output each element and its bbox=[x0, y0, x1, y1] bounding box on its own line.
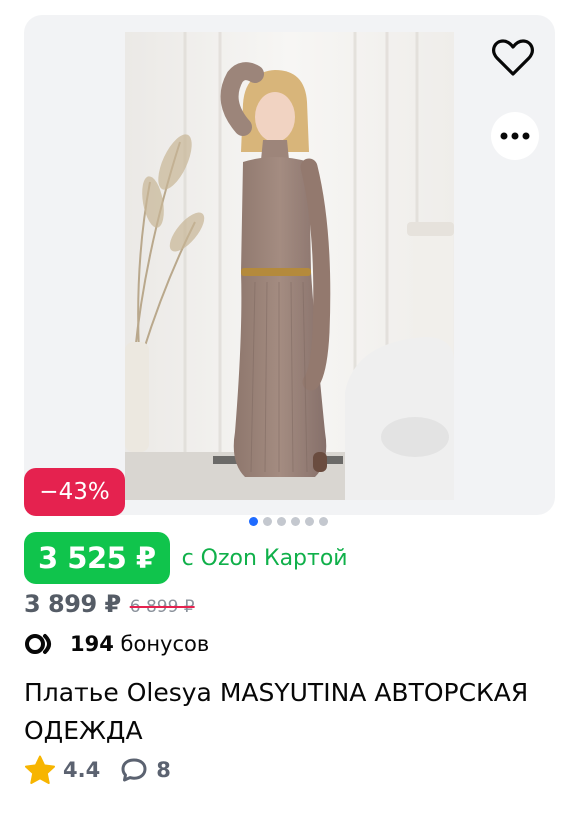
regular-price: 3 899 ₽ bbox=[24, 590, 121, 618]
carousel-dot[interactable] bbox=[249, 517, 258, 526]
more-icon bbox=[500, 132, 530, 140]
rating-value: 4.4 bbox=[63, 758, 101, 782]
product-title[interactable]: Платье Olesya MASYUTINA АВТОРСКАЯ ОДЕЖДА bbox=[24, 674, 544, 750]
more-options-button[interactable] bbox=[491, 112, 539, 160]
bonus-row: 194 бонусов bbox=[24, 632, 209, 656]
bonus-amount: 194 bbox=[70, 632, 114, 656]
discount-badge: −43% bbox=[24, 468, 125, 516]
bonus-text: 194 бонусов bbox=[70, 632, 209, 656]
carousel-dot[interactable] bbox=[319, 517, 328, 526]
card-price: 3 525 ₽ bbox=[24, 532, 170, 584]
carousel-dot[interactable] bbox=[277, 517, 286, 526]
carousel-indicator[interactable] bbox=[249, 517, 328, 526]
carousel-dot[interactable] bbox=[305, 517, 314, 526]
carousel-dot[interactable] bbox=[263, 517, 272, 526]
price-row: 3 899 ₽ 6 899 ₽ bbox=[24, 590, 195, 618]
card-price-note: с Ozon Картой bbox=[181, 545, 348, 571]
comment-icon bbox=[121, 758, 147, 782]
card-price-row: 3 525 ₽ с Ozon Картой bbox=[24, 532, 348, 584]
heart-icon bbox=[492, 39, 534, 76]
bonus-icon bbox=[25, 634, 51, 654]
original-price: 6 899 ₽ bbox=[129, 597, 195, 617]
reviews-count: 8 bbox=[156, 758, 171, 782]
product-image-area[interactable] bbox=[24, 15, 555, 515]
product-photo[interactable] bbox=[125, 32, 454, 500]
star-icon bbox=[25, 755, 55, 784]
rating-row[interactable]: 4.4 8 bbox=[24, 755, 171, 785]
bonus-label: бонусов bbox=[120, 632, 210, 656]
carousel-dot[interactable] bbox=[291, 517, 300, 526]
favorite-button[interactable] bbox=[490, 35, 536, 81]
